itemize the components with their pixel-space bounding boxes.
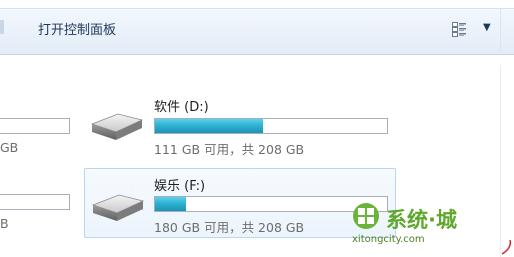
watermark-url: xitongcity.com	[352, 234, 425, 245]
drive-usage-fill	[155, 197, 187, 211]
partial-drive-free-text: GB	[0, 140, 19, 155]
drive-tile-d[interactable]: 软件 (D:) 111 GB 可用，共 208 GB	[84, 88, 396, 160]
toolbar-divider	[500, 9, 501, 55]
hard-drive-icon	[91, 189, 145, 221]
toolbar-separator	[0, 20, 4, 34]
partial-drive-free-text: B	[0, 216, 9, 231]
hard-drive-icon	[90, 108, 144, 140]
command-bar: 打开控制面板 ▼	[0, 0, 514, 55]
drive-free-space-text: 180 GB 可用，共 208 GB	[154, 220, 305, 235]
address-bar-edge	[0, 0, 514, 9]
watermark-swoosh-icon	[501, 239, 512, 255]
drive-free-space-text: 111 GB 可用，共 208 GB	[154, 142, 305, 157]
partial-drive-usage-bar	[0, 118, 70, 134]
drive-usage-fill	[155, 119, 264, 133]
view-options-icon[interactable]	[452, 22, 466, 37]
site-watermark: 系统·城 xitongcity.com	[352, 202, 502, 252]
open-control-panel-button[interactable]: 打开控制面板	[38, 19, 116, 38]
drive-name: 软件 (D:)	[154, 100, 209, 115]
drive-usage-bar	[154, 118, 388, 134]
partial-drive-usage-bar	[0, 194, 70, 210]
watermark-logo-icon	[353, 203, 379, 229]
watermark-brand: 系统·城	[386, 208, 457, 232]
chevron-down-icon[interactable]: ▼	[483, 22, 491, 34]
drive-tile-f[interactable]: 娱乐 (F:) 180 GB 可用，共 208 GB	[84, 168, 396, 238]
drive-name: 娱乐 (F:)	[154, 179, 206, 194]
